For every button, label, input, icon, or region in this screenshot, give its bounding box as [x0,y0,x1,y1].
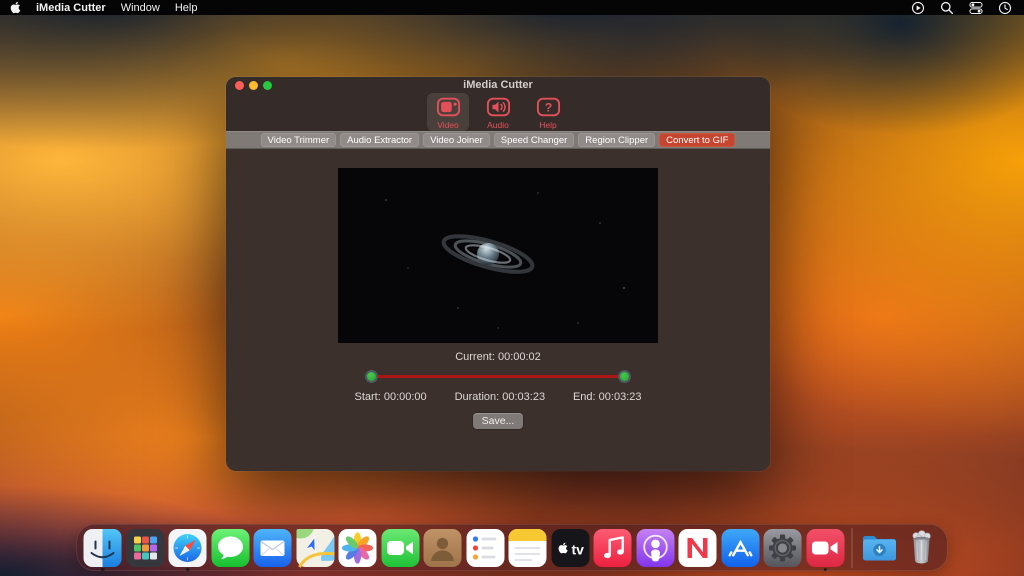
window-title: iMedia Cutter [226,79,770,91]
window-titlebar: iMedia Cutter Video Audio ? [226,77,770,131]
dock-item-maps[interactable] [295,528,335,568]
dock-item-music[interactable] [593,528,633,568]
clock-icon[interactable] [998,1,1012,15]
trim-start-handle[interactable] [365,370,378,383]
running-indicator [823,568,827,572]
tab-convert-to-gif[interactable]: Convert to GIF [659,133,735,147]
running-indicator [186,568,190,572]
video-preview[interactable] [338,168,658,343]
menu-app-name[interactable]: iMedia Cutter [36,2,106,14]
help-icon: ? [527,95,569,119]
tab-video-trimmer[interactable]: Video Trimmer [261,133,337,147]
tab-region-clipper[interactable]: Region Clipper [578,133,655,147]
imedia-cutter-window: iMedia Cutter Video Audio ? [226,77,770,471]
slider-track[interactable] [370,375,626,378]
toolbar-video-button[interactable]: Video [427,93,469,131]
tab-video-joiner[interactable]: Video Joiner [423,133,490,147]
dock-item-podcasts[interactable] [635,528,675,568]
window-toolbar: Video Audio ? Help [226,93,770,131]
dock-item-safari[interactable] [168,528,208,568]
toolbar-audio-button[interactable]: Audio [477,93,519,131]
menu-window[interactable]: Window [121,2,160,14]
svg-text:?: ? [544,100,551,114]
tab-audio-extractor[interactable]: Audio Extractor [340,133,419,147]
mode-tab-bar: Video Trimmer Audio Extractor Video Join… [226,131,770,149]
end-time-label: End: 00:03:23 [573,391,642,403]
dock-item-finder[interactable] [83,528,123,568]
dock-item-trash[interactable] [902,528,942,568]
apple-menu-icon[interactable] [10,1,21,14]
dock-item-news[interactable] [678,528,718,568]
menu-bar: iMedia Cutter Window Help [0,0,1024,15]
dock-item-imedia-cutter[interactable] [805,528,845,568]
trim-range-slider[interactable] [365,369,631,384]
svg-text:tv: tv [571,541,584,557]
video-icon [427,95,469,119]
dock-separator [852,528,853,568]
menu-help[interactable]: Help [175,2,198,14]
dock-item-system-settings[interactable] [763,528,803,568]
toolbar-audio-label: Audio [477,120,519,130]
desktop: iMedia Cutter Window Help [0,0,1024,576]
spotlight-icon[interactable] [940,1,954,15]
start-time-label: Start: 00:00:00 [355,391,427,403]
control-center-icon[interactable] [969,1,983,15]
dock-item-tv[interactable]: tv [550,528,590,568]
dock-item-launchpad[interactable] [125,528,165,568]
dock-item-mail[interactable] [253,528,293,568]
current-time-label: Current: 00:00:02 [226,351,770,363]
toolbar-help-button[interactable]: ? Help [527,93,569,131]
dock-item-app-store[interactable] [720,528,760,568]
dock-item-messages[interactable] [210,528,250,568]
toolbar-help-label: Help [527,120,569,130]
trimmer-panel: Current: 00:00:02 Start: 00:00:00 Durati… [226,149,770,429]
dock-item-contacts[interactable] [423,528,463,568]
dock: tv [77,524,948,571]
tab-speed-changer[interactable]: Speed Changer [494,133,575,147]
dock-item-facetime[interactable] [380,528,420,568]
toolbar-video-label: Video [427,120,469,130]
dock-item-notes[interactable] [508,528,548,568]
save-button[interactable]: Save... [473,413,524,429]
dock-item-photos[interactable] [338,528,378,568]
dock-item-reminders[interactable] [465,528,505,568]
trim-end-handle[interactable] [618,370,631,383]
dock-item-downloads[interactable] [859,528,899,568]
now-playing-icon[interactable] [911,1,925,15]
duration-label: Duration: 00:03:23 [455,391,546,403]
time-labels-row: Start: 00:00:00 Duration: 00:03:23 End: … [355,391,642,403]
audio-icon [477,95,519,119]
running-indicator [101,568,105,572]
